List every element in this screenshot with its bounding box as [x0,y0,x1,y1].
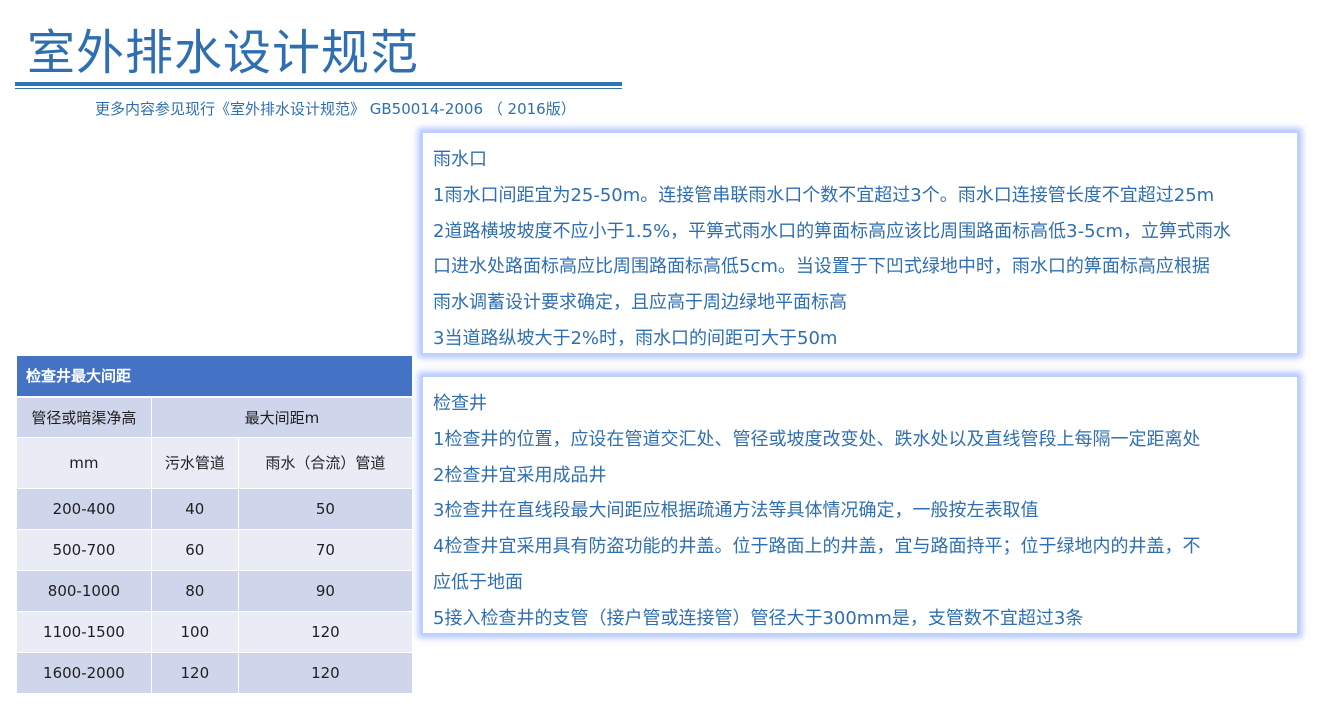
title-underline [15,82,622,86]
cell-sewage: 120 [150,652,239,694]
cell-storm: 90 [237,570,414,612]
cell-size: 1100-1500 [16,611,152,653]
cell-sewage: 60 [150,529,239,571]
slide: 室外排水设计规范 更多内容参见现行《室外排水设计规范》 GB50014-2006… [0,0,1319,707]
col-header-max-spacing: 最大间距m [150,396,414,438]
col-header-sewage: 污水管道 [150,437,239,489]
title-underline-thin [15,88,622,89]
cell-sewage: 100 [150,611,239,653]
inspection-well-line: 1检查井的位置，应设在管道交汇处、管径或坡度改变处、跌水处以及直线管段上每隔一定… [433,428,1201,450]
rain-inlet-panel: 雨水口 1雨水口间距宜为25-50m。连接管串联雨水口个数不宜超过3个。雨水口连… [421,131,1299,355]
table-row: 500-700 60 70 [16,529,414,571]
rain-inlet-heading: 雨水口 [433,149,487,170]
page-subtitle: 更多内容参见现行《室外排水设计规范》 GB50014-2006 （ 2016版） [95,100,576,118]
rain-inlet-line: 口进水处路面标高应比周围路面标高低5cm。当设置于下凹式绿地中时，雨水口的箅面标… [433,256,1210,278]
table-row: 1600-2000 120 120 [16,652,414,694]
inspection-well-heading: 检查井 [433,393,487,414]
inspection-well-line: 2检查井宜采用成品井 [433,464,607,486]
table-row: 1100-1500 100 120 [16,611,414,653]
rain-inlet-line: 雨水调蓄设计要求确定，且应高于周边绿地平面标高 [433,292,847,314]
page-title: 室外排水设计规范 [27,25,420,81]
cell-storm: 120 [237,611,414,653]
col-header-unit: mm [16,437,152,489]
col-header-storm: 雨水（合流）管道 [237,437,414,489]
cell-storm: 70 [237,529,414,571]
table-header-row: 管径或暗渠净高 最大间距m [16,396,414,438]
cell-size: 500-700 [16,529,152,571]
table-subheader-row: mm 污水管道 雨水（合流）管道 [16,437,414,489]
cell-size: 1600-2000 [16,652,152,694]
inspection-well-line: 3检查井在直线段最大间距应根据疏通方法等具体情况确定，一般按左表取值 [433,500,1039,522]
table-row: 200-400 40 50 [16,488,414,530]
col-header-diameter: 管径或暗渠净高 [16,396,152,438]
inspection-well-panel: 检查井 1检查井的位置，应设在管道交汇处、管径或坡度改变处、跌水处以及直线管段上… [421,375,1299,635]
table-row: 800-1000 80 90 [16,570,414,612]
table-title-row: 检查井最大间距 [16,355,413,398]
cell-size: 800-1000 [16,570,152,612]
inspection-well-line: 5接入检查井的支管（接户管或连接管）管径大于300mm是，支管数不宜超过3条 [433,607,1084,629]
rain-inlet-line: 3当道路纵坡大于2%时，雨水口的间距可大于50m [433,327,838,349]
inspection-well-line: 4检查井宜采用具有防盗功能的井盖。位于路面上的井盖，宜与路面持平；位于绿地内的井… [433,536,1201,558]
cell-sewage: 80 [150,570,239,612]
table-title: 检查井最大间距 [16,355,413,398]
cell-storm: 50 [237,488,414,530]
cell-storm: 120 [237,652,414,694]
max-spacing-table: 检查井最大间距 管径或暗渠净高 最大间距m mm 污水管道 雨水（合流）管道 2… [16,355,414,694]
inspection-well-line: 应低于地面 [433,571,523,593]
cell-size: 200-400 [16,488,152,530]
cell-sewage: 40 [150,488,239,530]
rain-inlet-line: 2道路横坡坡度不应小于1.5%，平箅式雨水口的箅面标高应该比周围路面标高低3-5… [433,220,1232,242]
rain-inlet-line: 1雨水口间距宜为25-50m。连接管串联雨水口个数不宜超过3个。雨水口连接管长度… [433,184,1215,206]
